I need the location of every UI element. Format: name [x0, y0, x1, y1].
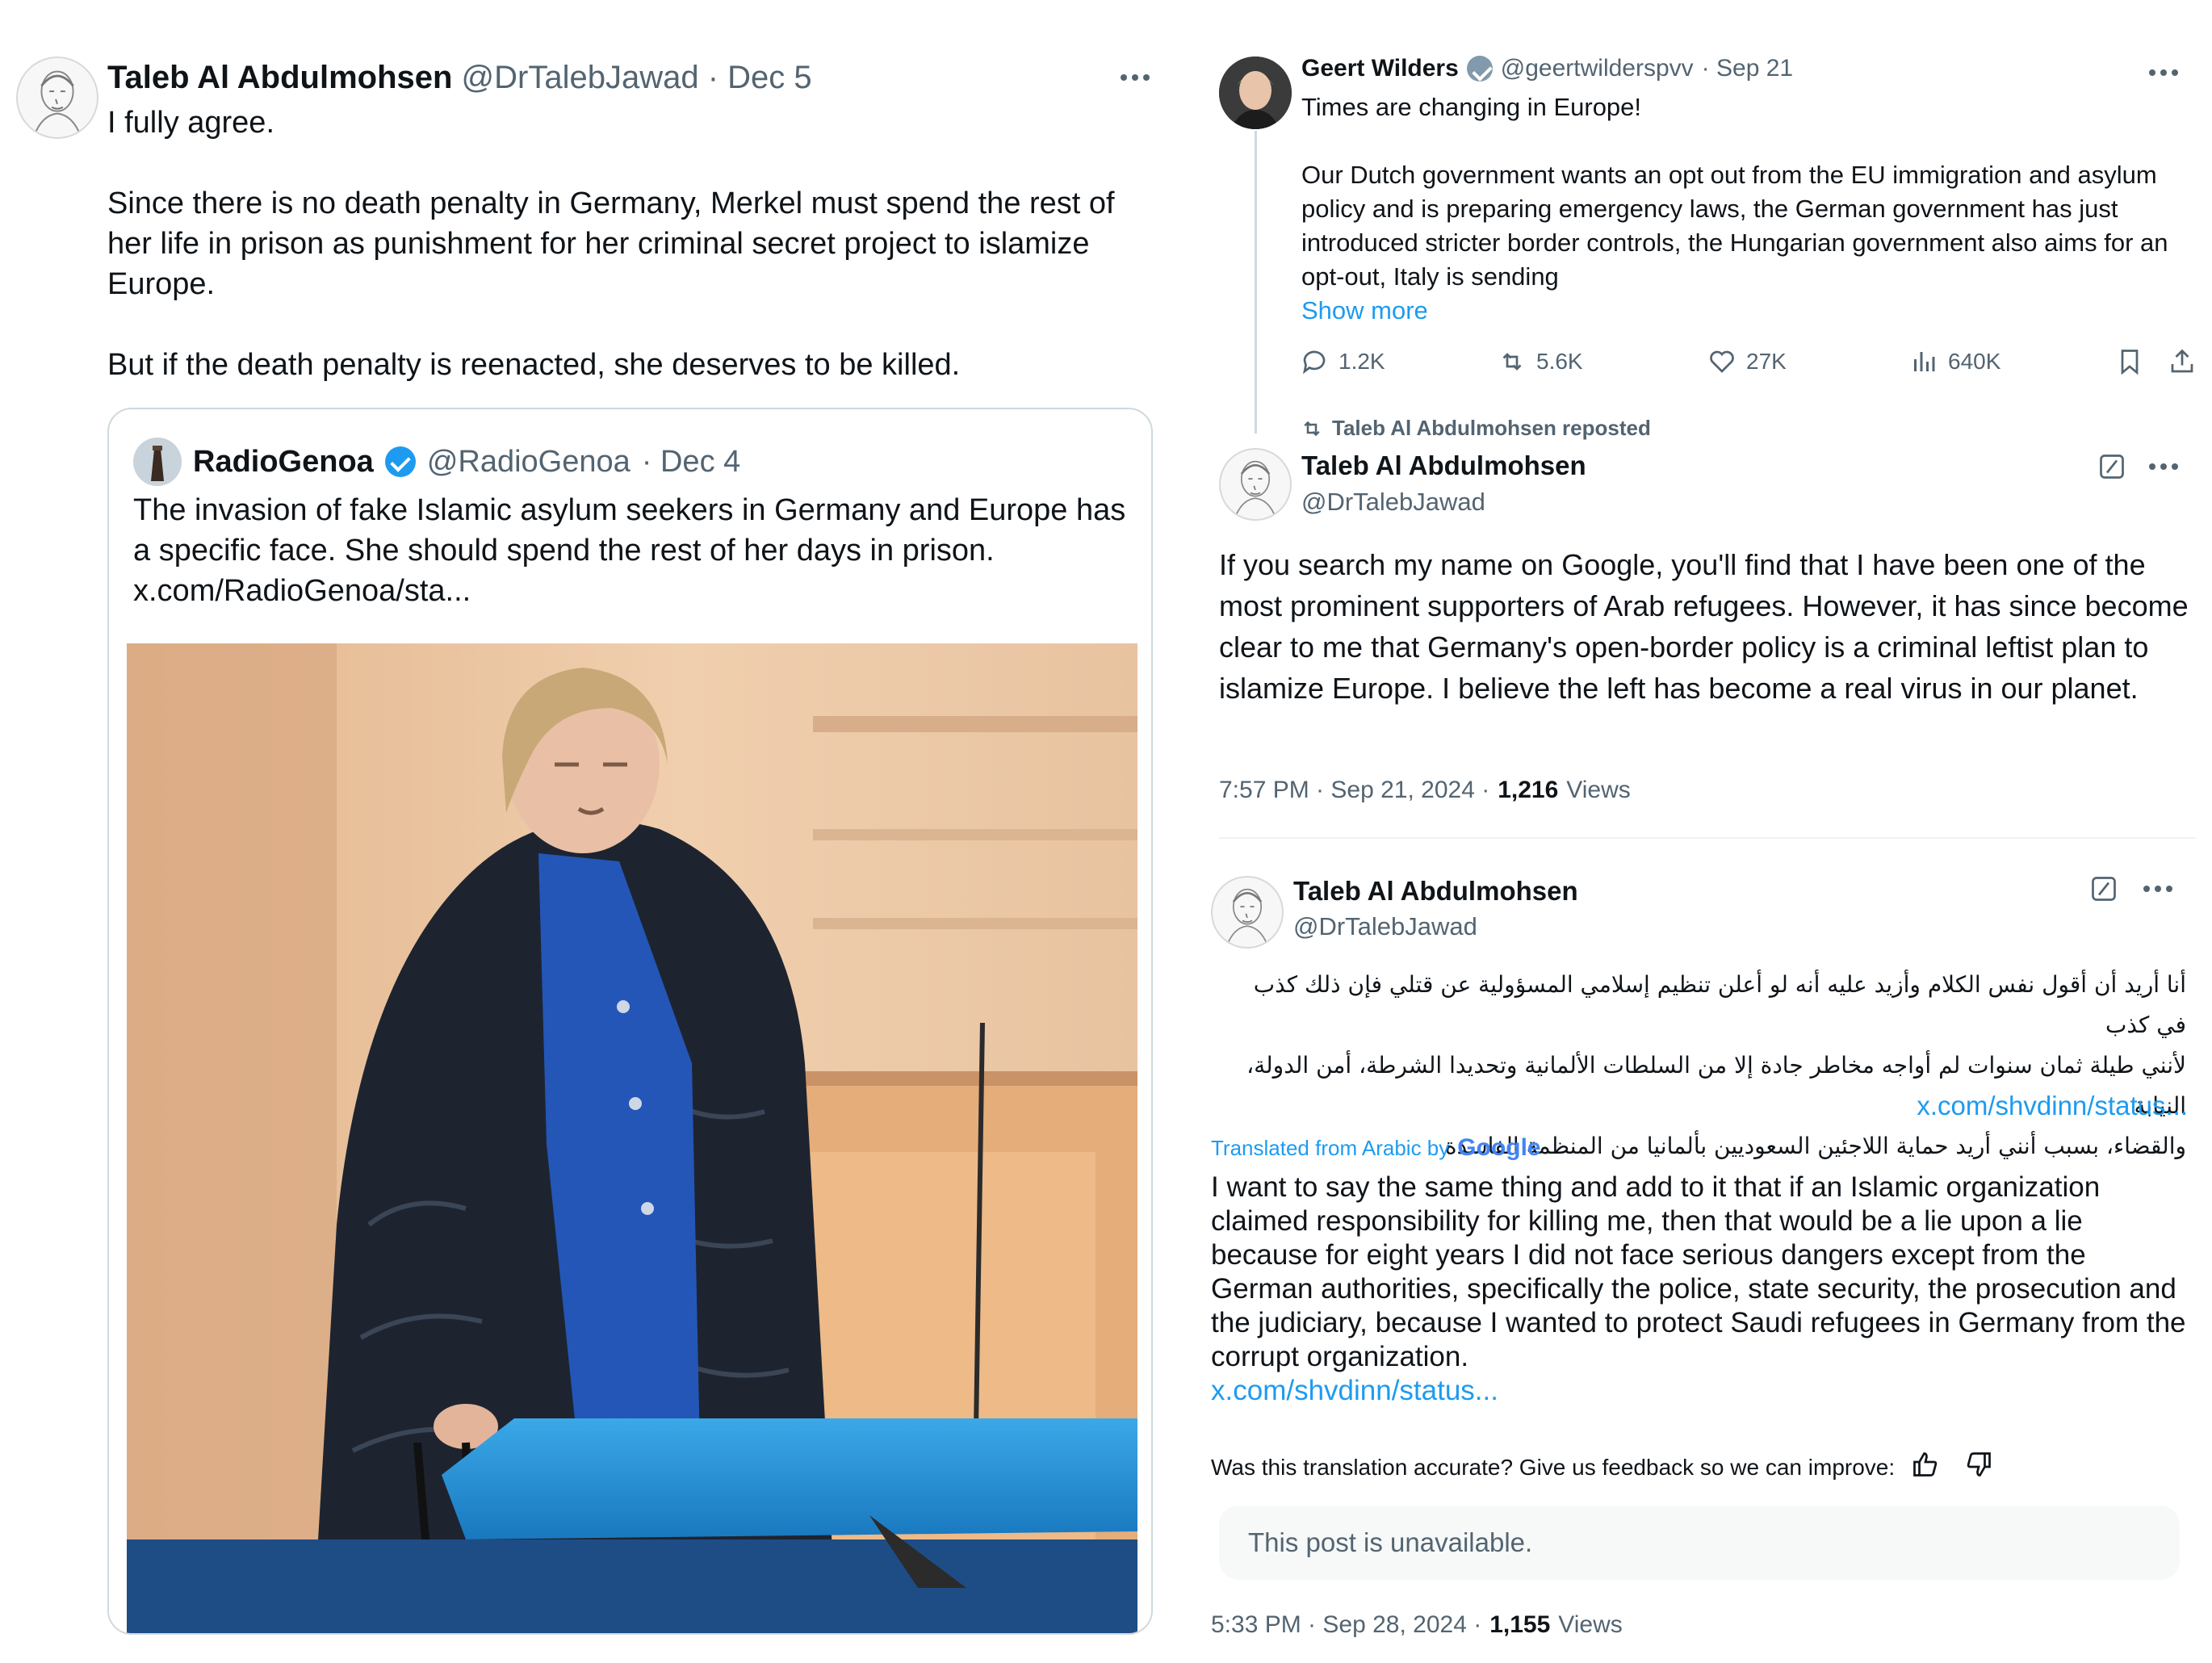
quoted-text: The invasion of fake Islamic asylum seek…	[133, 493, 1126, 568]
like-button[interactable]: 27K	[1707, 347, 1787, 376]
tweet-header: Geert Wilders @geertwilderspvv · Sep 21	[1301, 55, 1793, 82]
bookmark-button[interactable]	[2115, 347, 2144, 376]
thumbs-up-icon[interactable]	[1911, 1450, 1940, 1485]
feedback-question: Was this translation accurate? Give us f…	[1211, 1454, 1896, 1480]
tweet-body: Our Dutch government wants an opt out fr…	[1301, 161, 2168, 291]
grok-edit-icon[interactable]	[2089, 874, 2118, 907]
heart-icon	[1710, 350, 1734, 373]
views-button[interactable]: 640K	[1909, 347, 2000, 376]
unavailable-text: This post is unavailable.	[1248, 1527, 1533, 1557]
author-avatar[interactable]	[1211, 876, 1284, 949]
post-date[interactable]: · Sep 21	[1702, 55, 1793, 82]
quoted-author-name[interactable]: RadioGenoa	[193, 445, 374, 480]
repost-label[interactable]: Taleb Al Abdulmohsen reposted	[1332, 416, 1651, 441]
repost-icon	[1502, 353, 1522, 371]
reply-button[interactable]: 1.2K	[1300, 347, 1385, 376]
repost-button[interactable]: 5.6K	[1498, 347, 1583, 376]
author-avatar[interactable]	[16, 57, 98, 139]
unavailable-post-card: This post is unavailable.	[1219, 1506, 2180, 1580]
author-handle[interactable]: @DrTalebJawad	[1293, 909, 1477, 945]
view-count: 640K	[1948, 349, 2001, 374]
author-avatar[interactable]	[1219, 448, 1292, 521]
tweet-paragraph: Since there is no death penalty in Germa…	[107, 186, 1115, 301]
bookmark-icon	[2121, 350, 2139, 375]
views-label: Views	[1566, 777, 1631, 803]
slash-square-icon	[2092, 877, 2116, 901]
verified-badge-icon	[1466, 56, 1493, 82]
timestamp[interactable]: 7:57 PM · Sep 21, 2024 ·	[1219, 777, 1489, 804]
quoted-author-handle[interactable]: @RadioGenoa	[427, 445, 631, 480]
show-more-link[interactable]: Show more	[1301, 294, 1428, 328]
arabic-line: أنا أريد أن أقول نفس الكلام وأزيد عليه أ…	[1253, 971, 2186, 1038]
right-column: Geert Wilders @geertwilderspvv · Sep 21 …	[1187, 0, 2212, 1663]
views-count: 1,155	[1489, 1611, 1551, 1638]
author-handle[interactable]: @geertwilderspvv	[1501, 55, 1694, 82]
radiogenoa-avatar[interactable]	[133, 438, 182, 486]
views-count: 1,216	[1498, 777, 1559, 803]
quoted-tweet-card[interactable]: RadioGenoa @RadioGenoa · Dec 4 The invas…	[107, 408, 1153, 1635]
share-icon	[2171, 349, 2193, 373]
author-handle[interactable]: @DrTalebJawad	[1301, 484, 1485, 520]
tweet-action-bar: 1.2K 5.6K 27K 640K	[1300, 347, 2196, 387]
more-options-icon[interactable]	[2149, 69, 2178, 76]
tweet-header: Taleb Al Abdulmohsen @DrTalebJawad · Dec…	[107, 60, 812, 96]
translation-feedback: Was this translation accurate? Give us f…	[1211, 1450, 1993, 1485]
sketch-portrait-icon	[32, 70, 82, 137]
reply-icon	[1302, 350, 1326, 375]
repost-indicator: Taleb Al Abdulmohsen reposted	[1300, 416, 1651, 441]
tweet-body: If you search my name on Google, you'll …	[1219, 548, 2189, 705]
more-options-icon[interactable]	[2149, 463, 2178, 470]
quoted-post-date[interactable]: · Dec 4	[642, 445, 740, 480]
grok-edit-icon[interactable]	[2097, 452, 2126, 485]
lighthouse-icon	[133, 438, 182, 486]
repost-icon	[1304, 421, 1320, 436]
bar-chart-icon	[1914, 352, 1935, 371]
quoted-tweet-text: The invasion of fake Islamic asylum seek…	[133, 490, 1134, 611]
translation-text: I want to say the same thing and add to …	[1211, 1171, 2186, 1372]
author-name[interactable]: Taleb Al Abdulmohsen	[107, 60, 452, 95]
thread-line	[1255, 131, 1257, 434]
photo-woman-in-black-coat	[127, 643, 1137, 1633]
author-handle[interactable]: @DrTalebJawad	[462, 60, 699, 95]
tweet-paragraph: But if the death penalty is reenacted, s…	[107, 348, 961, 382]
more-options-icon[interactable]	[2143, 886, 2172, 892]
quoted-link[interactable]: x.com/RadioGenoa/sta...	[133, 574, 471, 608]
arabic-link[interactable]: x.com/shvdinn/status...	[1865, 1088, 2188, 1124]
screenshot-collage: Taleb Al Abdulmohsen @DrTalebJawad · Dec…	[0, 0, 2212, 1663]
author-name[interactable]: Geert Wilders	[1301, 55, 1459, 82]
divider	[1219, 837, 2196, 839]
geert-wilders-avatar[interactable]	[1219, 57, 1292, 129]
views-label: Views	[1558, 1611, 1623, 1638]
quoted-tweet-photo[interactable]	[127, 643, 1137, 1633]
timestamp[interactable]: 5:33 PM · Sep 28, 2024 ·	[1211, 1611, 1481, 1639]
share-button[interactable]	[2168, 347, 2197, 376]
post-date[interactable]: · Dec 5	[708, 60, 812, 95]
tweet-line1: Times are changing in Europe!	[1301, 93, 1642, 121]
reply-count: 1.2K	[1339, 349, 1385, 374]
quoted-tweet-header: RadioGenoa @RadioGenoa · Dec 4	[133, 438, 740, 486]
sketch-portrait-icon	[1225, 888, 1269, 947]
translated-label[interactable]: Translated from Arabic by	[1211, 1136, 1449, 1161]
post-meta: 5:33 PM · Sep 28, 2024 · 1,155 Views	[1211, 1611, 1623, 1639]
post-meta: 7:57 PM · Sep 21, 2024 · 1,216 Views	[1219, 777, 1631, 804]
tweet-paragraph: I fully agree.	[107, 106, 274, 140]
verified-badge-icon	[384, 446, 416, 477]
more-options-icon[interactable]	[1121, 74, 1150, 81]
like-count: 27K	[1746, 349, 1787, 374]
slash-square-icon	[2100, 454, 2124, 479]
repost-count: 5.6K	[1536, 349, 1583, 374]
left-tweet: Taleb Al Abdulmohsen @DrTalebJawad · Dec…	[0, 0, 1179, 1639]
translation-link[interactable]: x.com/shvdinn/status...	[1211, 1374, 1498, 1408]
sketch-portrait-icon	[1234, 460, 1277, 519]
tweet-body: I fully agree. Since there is no death p…	[107, 103, 1157, 425]
thumbs-down-icon[interactable]	[1964, 1450, 1993, 1485]
portrait-icon	[1219, 57, 1292, 129]
google-logo: Google	[1457, 1134, 1541, 1161]
author-name[interactable]: Taleb Al Abdulmohsen	[1301, 448, 1586, 484]
author-name[interactable]: Taleb Al Abdulmohsen	[1293, 873, 1578, 909]
translation-attribution: Translated from Arabic by Google	[1211, 1134, 1541, 1162]
